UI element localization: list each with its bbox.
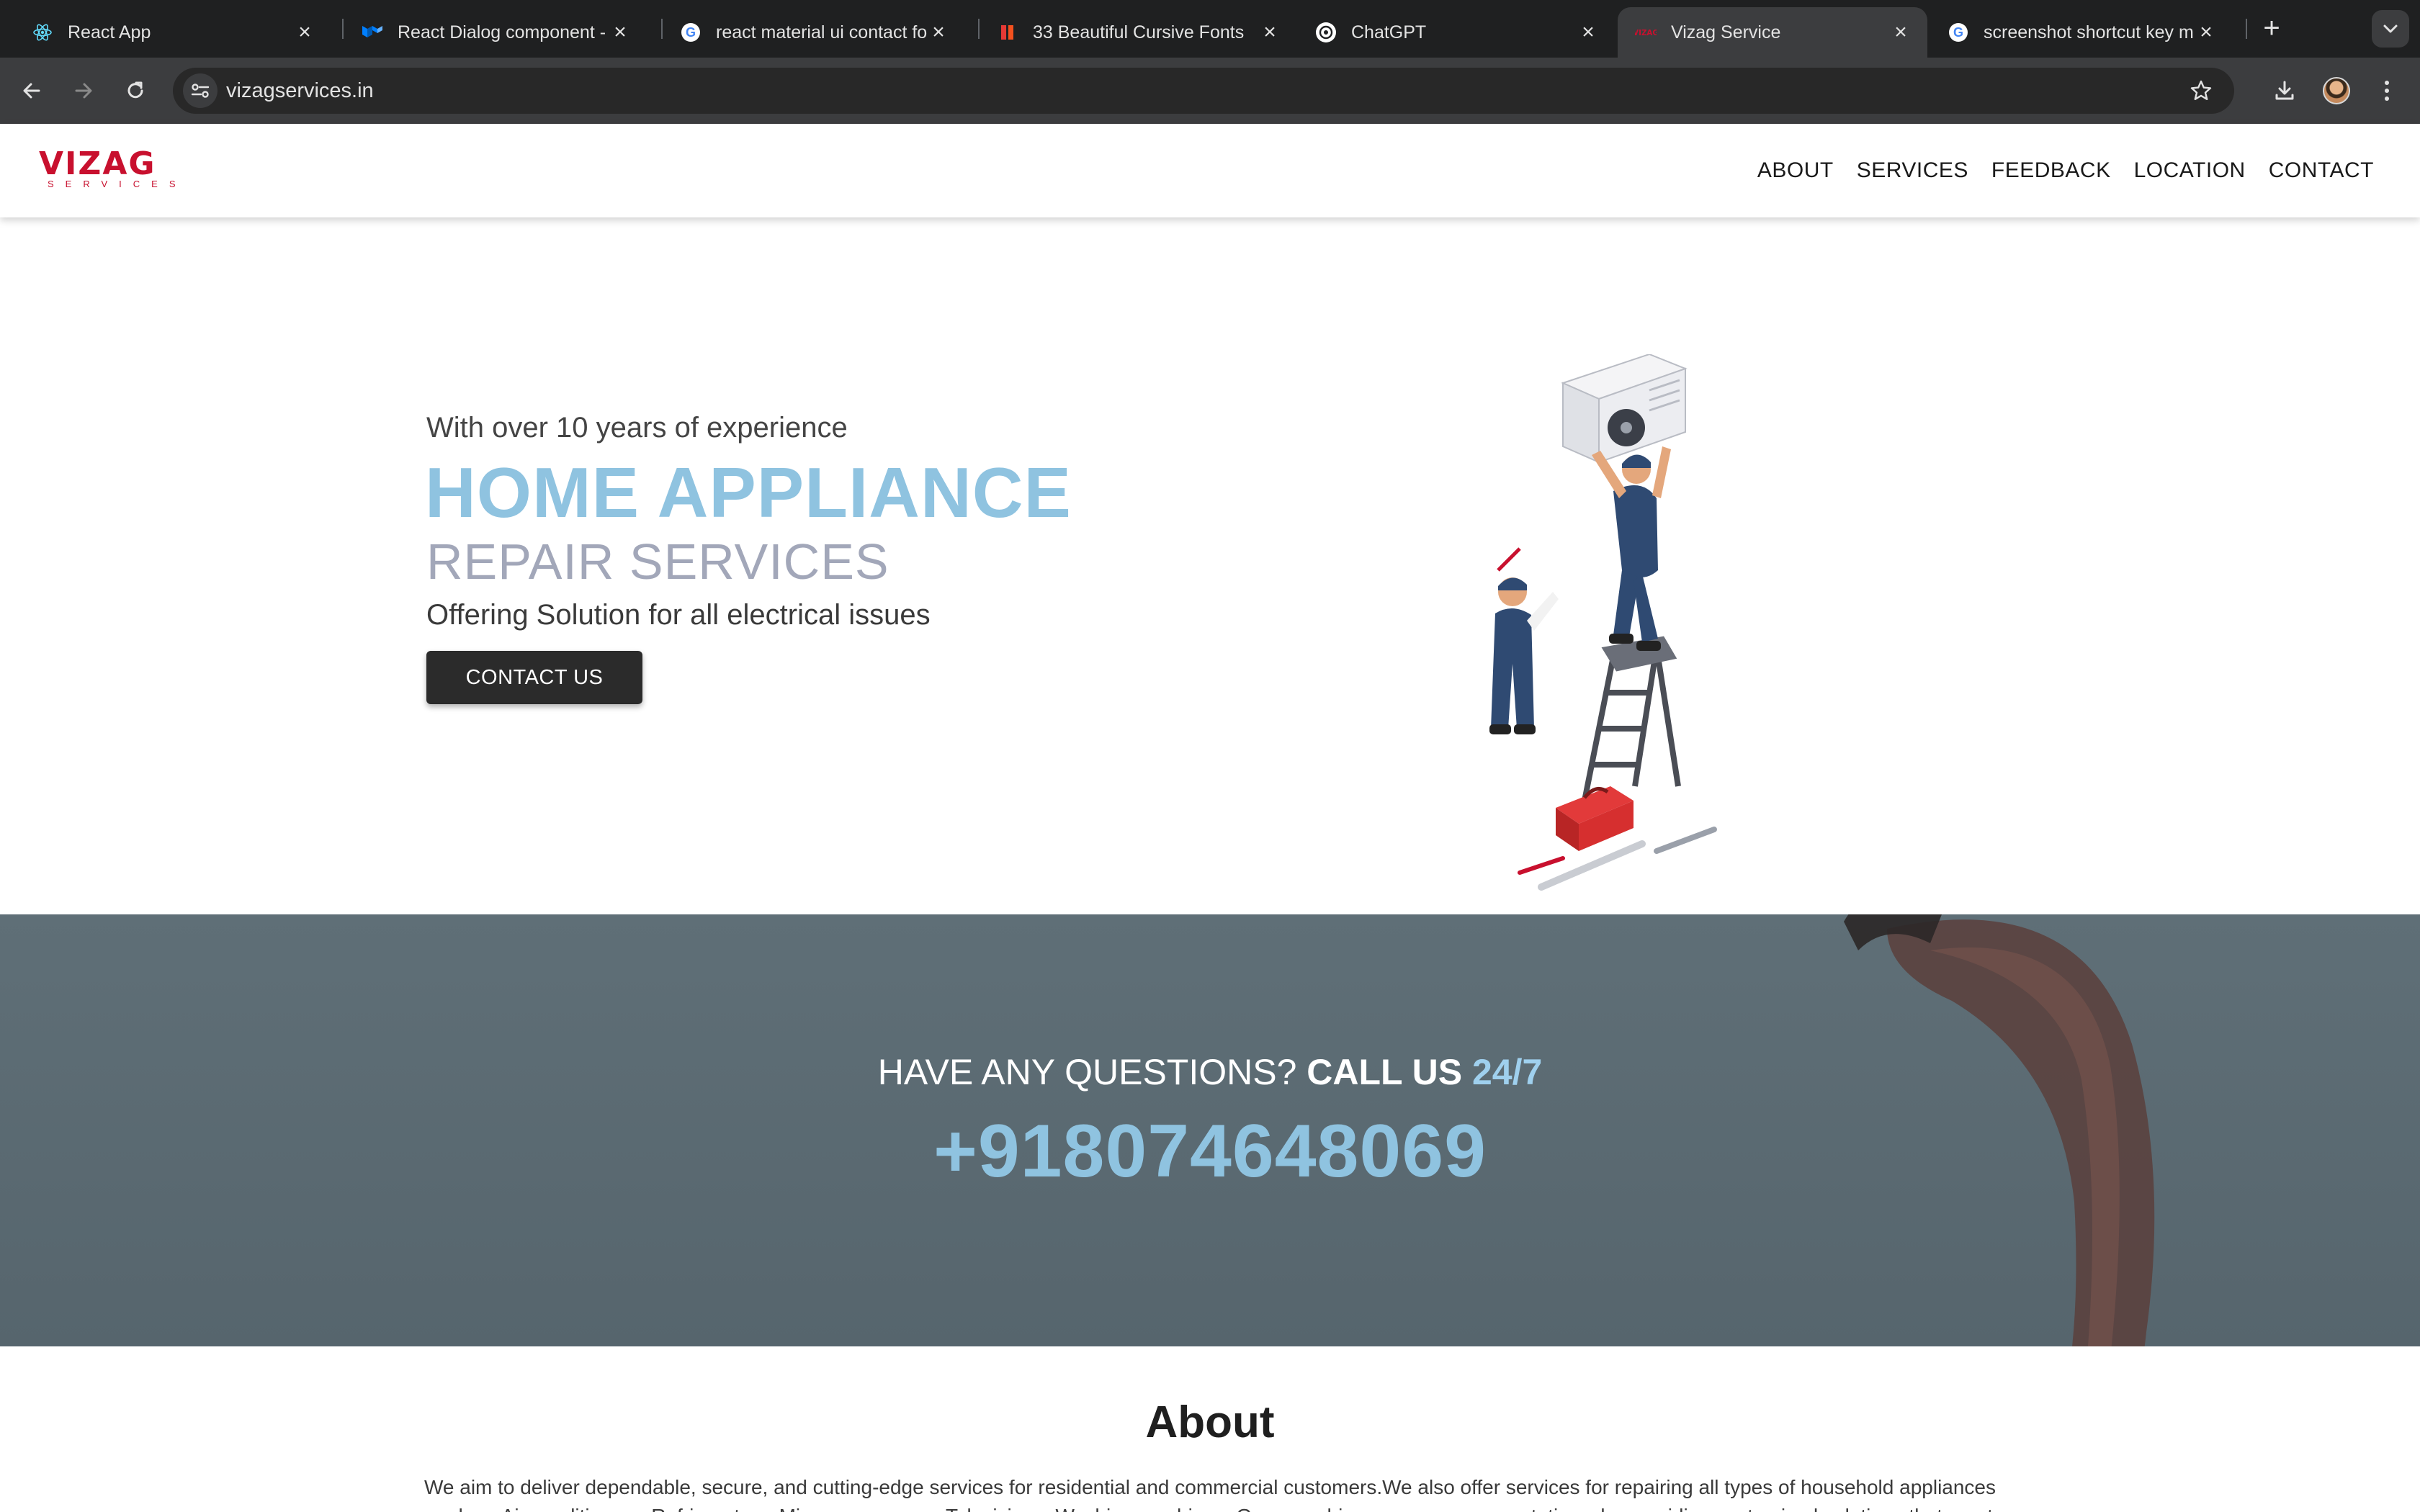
ladder-shape [1582,636,1681,801]
tab-title: React App [68,22,151,42]
close-icon[interactable]: × [294,20,315,44]
tab-separator [2246,19,2247,39]
tab-screenshot-shortcut[interactable]: G screenshot shortcut key m × [1930,7,2233,58]
close-icon[interactable]: × [1259,20,1281,44]
hero-experience-text: With over 10 years of experience [426,412,848,444]
download-icon[interactable] [2267,73,2302,108]
avatar [2323,77,2350,104]
vizag-logo[interactable]: VIZAG SERVICES [39,145,176,192]
nav-contact[interactable]: CONTACT [2269,158,2374,183]
browser-tab-strip: React App × React Dialog component - × G… [0,0,2420,58]
nav-feedback[interactable]: FEEDBACK [1991,158,2111,183]
nav-location[interactable]: LOCATION [2134,158,2246,183]
toolbox-shape [1518,786,1717,891]
address-bar[interactable]: vizagservices.in [173,68,2234,114]
tab-vizag-service[interactable]: VIZAG Vizag Service × [1618,7,1927,58]
about-title: About [1145,1398,1275,1447]
tab-title: Vizag Service [1671,22,1781,42]
tab-react-app[interactable]: React App × [14,7,331,58]
svg-text:G: G [686,25,696,40]
hero-section: With over 10 years of experience HOME AP… [0,217,2420,914]
main-nav: ABOUT SERVICES FEEDBACK LOCATION CONTACT [1757,158,2374,183]
tab-react-dialog[interactable]: React Dialog component - × [344,7,647,58]
reload-icon[interactable] [118,73,153,108]
forward-arrow-icon[interactable] [66,73,101,108]
tab-title: 33 Beautiful Cursive Fonts [1033,22,1245,42]
profile-avatar[interactable] [2319,73,2354,108]
nav-about[interactable]: ABOUT [1757,158,1834,183]
call-us-text: CALL US [1307,1052,1463,1092]
kebab-menu-icon[interactable] [2370,73,2404,108]
hero-description: Offering Solution for all electrical iss… [426,599,931,631]
technician-repair-illustration [1489,354,1717,891]
nav-services[interactable]: SERVICES [1857,158,1968,183]
google-icon: G [1948,22,1969,43]
hero-title: HOME APPLIANCE [425,453,1072,532]
about-section: About We aim to deliver dependable, secu… [0,1346,2420,1512]
close-icon[interactable]: × [1890,20,1912,44]
bookmark-star-icon[interactable] [2187,76,2215,105]
close-icon[interactable]: × [1577,20,1599,44]
react-icon [32,22,53,43]
call-question-line: HAVE ANY QUESTIONS? CALL US 24/7 [0,1051,2420,1093]
contact-us-button[interactable]: CONTACT US [426,651,642,704]
about-paragraph: We aim to deliver dependable, secure, an… [424,1476,1996,1512]
fonts-site-icon [997,22,1018,43]
phone-number[interactable]: +918074648069 [0,1109,2420,1194]
svg-text:VIZAG: VIZAG [1635,29,1657,37]
close-icon[interactable]: × [928,20,949,44]
technician-standing-shape [1489,547,1559,734]
vizag-icon: VIZAG [1635,22,1657,43]
close-icon[interactable]: × [2195,20,2217,44]
technician-on-ladder-shape [1592,446,1671,651]
tab-title: React Dialog component - [398,22,606,42]
tab-title: ChatGPT [1351,22,1427,42]
back-arrow-icon[interactable] [14,73,49,108]
google-icon: G [680,22,702,43]
site-info-tune-icon[interactable] [183,73,218,108]
logo-subtext: SERVICES [48,179,187,189]
hours-text: 24/7 [1471,1052,1543,1092]
tab-title: react material ui contact fo [716,22,928,42]
ac-unit-shape [1561,354,1688,464]
close-icon[interactable]: × [609,20,631,44]
tab-title: screenshot shortcut key m [1984,22,2194,42]
hero-subtitle: REPAIR SERVICES [426,534,889,590]
tab-separator [342,19,344,39]
chatgpt-icon [1315,22,1337,43]
logo-text: VIZAG [39,145,156,182]
question-text: HAVE ANY QUESTIONS? [877,1052,1297,1092]
browser-toolbar: vizagservices.in [0,58,2420,124]
url-text[interactable]: vizagservices.in [226,79,374,103]
tab-cursive-fonts[interactable]: 33 Beautiful Cursive Fonts × [980,7,1296,58]
tab-react-material-ui[interactable]: G react material ui contact fo × [663,7,965,58]
svg-text:G: G [1953,25,1963,40]
tab-search-chevron-icon[interactable] [2372,10,2409,48]
site-header: VIZAG SERVICES ABOUT SERVICES FEEDBACK L… [0,124,2420,217]
tab-chatgpt[interactable]: ChatGPT × [1298,7,1615,58]
mui-icon [362,22,383,43]
call-us-section: HAVE ANY QUESTIONS? CALL US 24/7 +918074… [0,914,2420,1346]
new-tab-plus-icon[interactable]: + [2257,14,2286,43]
